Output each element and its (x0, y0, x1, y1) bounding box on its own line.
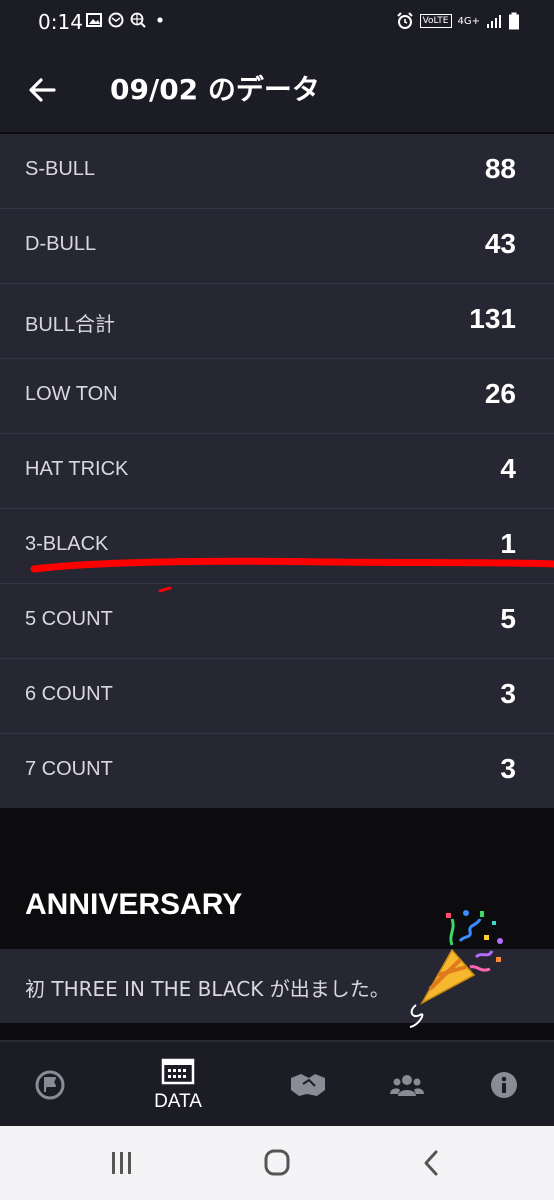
calendar-icon (161, 1058, 195, 1085)
flag-icon (35, 1070, 65, 1100)
stat-row-bull-total: BULL合計 131 (0, 284, 554, 359)
stat-value: 43 (484, 228, 516, 259)
stat-label: LOW TON (25, 383, 118, 405)
home-icon[interactable] (257, 1146, 297, 1180)
stat-row-3-black: 3-BLACK 1 (0, 509, 554, 584)
globe-search-icon (130, 12, 146, 28)
battery-icon (509, 12, 519, 30)
stat-value: 4 (500, 453, 516, 484)
stat-row-7-count: 7 COUNT 3 (0, 734, 554, 808)
stat-value: 1 (500, 528, 516, 559)
anniversary-title: ANNIVERSARY (25, 888, 243, 921)
recent-apps-icon[interactable] (102, 1146, 142, 1180)
stat-label: HAT TRICK (25, 458, 129, 480)
status-bar: 0:14 VoLTE 4G+ (0, 0, 554, 44)
party-popper-icon (409, 910, 503, 1028)
system-navigation-bar (0, 1126, 554, 1200)
dot-icon (157, 17, 163, 23)
stat-value: 88 (484, 153, 516, 184)
mail-icon (108, 12, 124, 28)
back-arrow-icon[interactable] (26, 74, 58, 106)
stat-row-hat-trick: HAT TRICK 4 (0, 434, 554, 509)
stat-label: 6 COUNT (25, 683, 113, 705)
stat-value: 131 (469, 303, 516, 334)
stat-label: D-BULL (25, 233, 97, 255)
signal-icon (487, 15, 501, 28)
stat-row-d-bull: D-BULL 43 (0, 209, 554, 284)
status-system-icons: VoLTE 4G+ (396, 12, 520, 30)
page-title: 09/02 のデータ (110, 73, 320, 106)
nav-match[interactable] (268, 1042, 348, 1128)
stat-row-6-count: 6 COUNT 3 (0, 659, 554, 734)
bottom-navigation: DATA (0, 1040, 554, 1128)
stats-list: S-BULL 88 D-BULL 43 BULL合計 131 LOW TON 2… (0, 134, 554, 808)
status-notification-icons (86, 12, 168, 28)
info-icon (491, 1072, 517, 1098)
handshake-icon (291, 1074, 325, 1096)
stat-row-5-count: 5 COUNT 5 (0, 584, 554, 659)
stat-value: 3 (500, 678, 516, 709)
group-icon (390, 1075, 424, 1096)
stat-row-low-ton: LOW TON 26 (0, 359, 554, 434)
nav-data-label: DATA (154, 1091, 202, 1112)
volte-icon: VoLTE (419, 14, 452, 28)
nav-info[interactable] (464, 1042, 544, 1128)
nav-friends[interactable] (367, 1042, 447, 1128)
nav-data[interactable]: DATA (138, 1042, 218, 1128)
stat-value: 3 (500, 753, 516, 784)
stat-label: BULL合計 (25, 314, 116, 336)
alarm-icon (396, 12, 413, 29)
stat-value: 5 (500, 603, 516, 634)
nav-home[interactable] (10, 1042, 90, 1128)
network-label: 4G+ (457, 15, 481, 27)
image-icon (86, 13, 102, 27)
stat-row-s-bull: S-BULL 88 (0, 134, 554, 209)
stat-label: S-BULL (25, 158, 96, 180)
status-time: 0:14 (38, 10, 83, 34)
stat-label: 5 COUNT (25, 608, 113, 630)
stat-value: 26 (484, 378, 516, 409)
app-bar: 09/02 のデータ (0, 44, 554, 134)
back-icon[interactable] (412, 1146, 452, 1180)
stat-label: 3-BLACK (25, 533, 109, 555)
stat-label: 7 COUNT (25, 758, 113, 780)
anniversary-message: 初 THREE IN THE BLACK が出ました。 (25, 977, 390, 1001)
